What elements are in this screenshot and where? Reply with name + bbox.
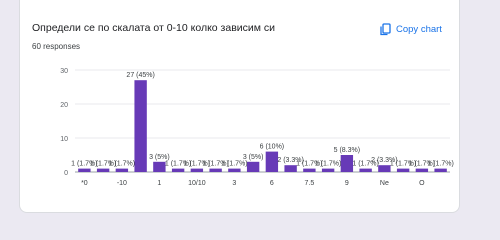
x-tick-label: 7.5 [305,180,315,187]
data-label: 1 (1.7%) [315,161,341,168]
x-tick-label: 3 [232,180,236,187]
bar [228,168,241,172]
y-tick-label: 20 [60,102,68,109]
x-tick-label: *0 [81,180,88,187]
data-label: 3 (5%) [243,154,264,161]
bar-chart: 0 10 20 30 1 (1.7%) 1 (1.7%) 1 (1.7%) 27 (45%) 3… [60,68,454,187]
y-tick-label: 10 [60,136,68,143]
bar [415,168,429,172]
bar [378,165,391,172]
x-tick-label: 9 [345,180,349,187]
bar [303,168,316,172]
bar [134,80,147,172]
data-label: 1 (1.7%) [221,161,247,168]
x-tick-label: 1 [157,180,161,187]
x-tick-label: O [419,180,425,187]
data-label: 1 (1.7%) [109,161,135,168]
bar [246,161,260,172]
y-tick-label: 30 [60,68,68,75]
x-tick-label: 6 [270,180,274,187]
question-card: Определи се по скалата от 0-10 колко зав… [19,0,460,213]
x-tick-label: Ne [380,180,389,187]
bar [340,155,354,172]
data-label: 1 (1.7%) [427,161,453,168]
bar [359,168,372,172]
bar [284,165,297,172]
data-label: 27 (45%) [126,72,154,79]
bar [209,168,222,172]
data-label: 6 (10%) [260,144,285,151]
bar [115,168,129,172]
bar [78,168,91,172]
x-tick-label: 10/10 [188,180,206,187]
bar [321,168,335,172]
bar [190,168,204,172]
bar [265,151,279,172]
bar [171,168,185,172]
bar [153,161,166,172]
bar [396,168,410,172]
y-tick-label: 0 [64,170,68,177]
bar [434,168,447,172]
data-label: 5 (8.3%) [334,147,360,154]
bar [96,168,110,172]
x-tick-label: -10 [117,180,127,187]
